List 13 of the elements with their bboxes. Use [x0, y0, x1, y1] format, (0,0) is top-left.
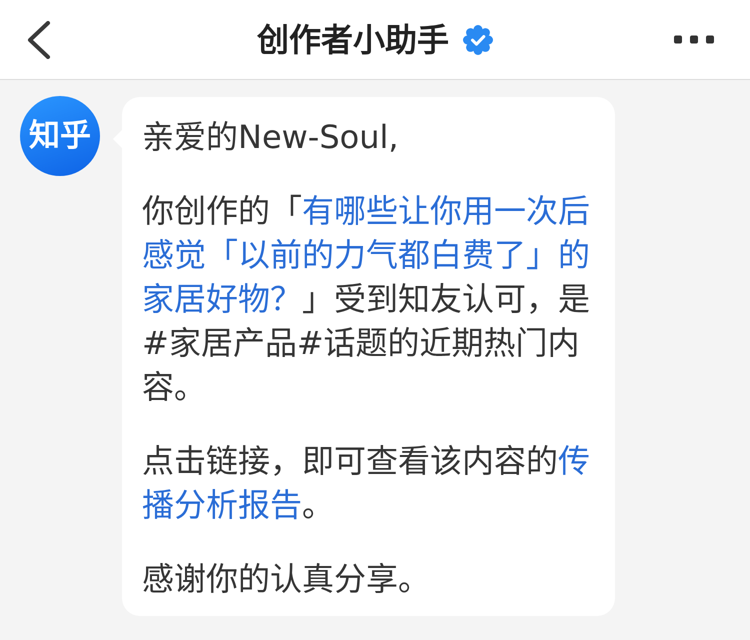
- message-link[interactable]: 有哪些让你用一次后: [302, 192, 590, 230]
- message-link[interactable]: 播分析报告: [142, 486, 302, 524]
- avatar-logo[interactable]: 知乎: [20, 96, 100, 176]
- message-link[interactable]: 家居好物？: [142, 280, 302, 318]
- chat-title: 创作者小助手: [257, 20, 449, 60]
- message-paragraph: 感谢你的认真分享。: [142, 559, 431, 600]
- message-paragraph: 亲爱的New-Soul,: [142, 117, 400, 158]
- message-link[interactable]: 传: [558, 442, 590, 480]
- more-icon[interactable]: [674, 35, 714, 44]
- message-paragraph: 你创作的「有哪些让你用一次后感觉「以前的力气都白费了」的家居好物？」受到知友认可，是#家居产品#话题的近期热门内容。: [142, 191, 591, 408]
- message-paragraph: 点击链接，即可查看该内容的传播分析报告。: [142, 441, 591, 526]
- message-link[interactable]: 感觉「以前的力气都白费了」的: [142, 236, 590, 274]
- back-icon[interactable]: [27, 20, 51, 58]
